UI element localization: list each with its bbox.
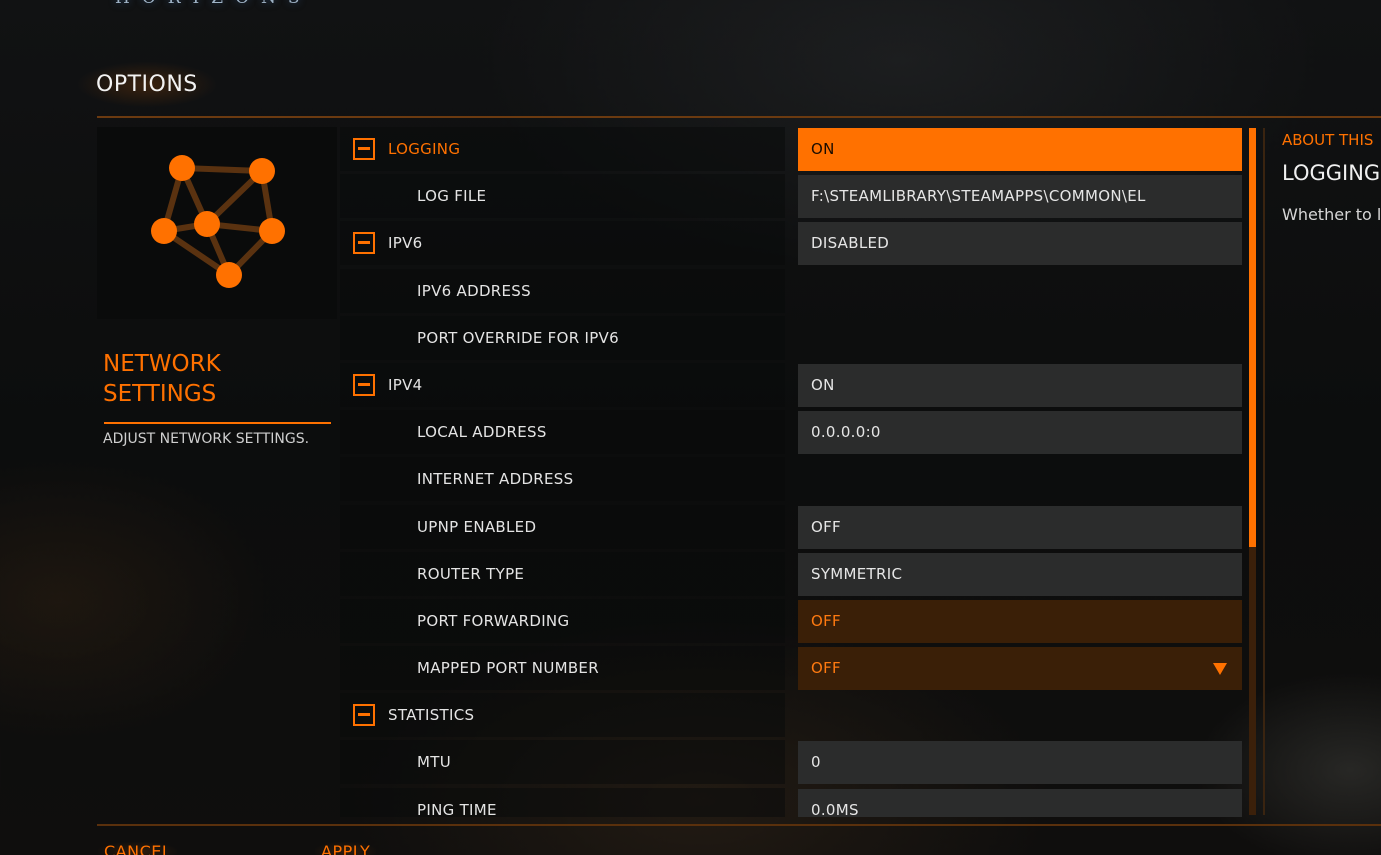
setting-value[interactable]: F:\STEAMLIBRARY\STEAMAPPS\COMMON\EL: [798, 175, 1242, 219]
header-divider: [97, 116, 1381, 118]
setting-value[interactable]: SYMMETRIC: [798, 552, 1242, 596]
settings-group-row[interactable]: LOGGING ON: [340, 127, 1245, 174]
settings-row[interactable]: INTERNET ADDRESS: [340, 457, 1245, 504]
setting-label: LOGGING: [388, 140, 461, 158]
settings-group-row[interactable]: IPV4 ON: [340, 362, 1245, 410]
setting-label: MTU: [417, 753, 451, 772]
category-icon-box: [97, 127, 337, 319]
settings-row[interactable]: IPV6 ADDRESS: [340, 268, 1245, 316]
about-panel: ABOUT THIS LOGGING Whether to logs.: [1282, 128, 1381, 227]
setting-value-text: 0.0MS: [811, 800, 859, 817]
settings-row[interactable]: PORT OVERRIDE FOR IPV6: [340, 315, 1245, 363]
panel-divider: [1263, 128, 1265, 815]
setting-value[interactable]: ON: [798, 363, 1242, 407]
settings-group-row[interactable]: STATISTICS: [340, 693, 1245, 740]
setting-label: MAPPED PORT NUMBER: [417, 659, 599, 678]
setting-value[interactable]: ON: [798, 128, 1242, 171]
category-panel: NETWORK SETTINGS ADJUST NETWORK SETTINGS…: [97, 127, 337, 817]
setting-label: PING TIME: [417, 800, 497, 817]
setting-value[interactable]: OFF: [798, 599, 1242, 643]
settings-row[interactable]: LOG FILE F:\STEAMLIBRARY\STEAMAPPS\COMMON…: [340, 174, 1245, 221]
setting-label: UPNP ENABLED: [417, 517, 537, 536]
setting-label: LOG FILE: [417, 187, 487, 206]
collapse-minus-icon[interactable]: [353, 704, 375, 727]
setting-value[interactable]: OFF: [798, 505, 1242, 549]
setting-value[interactable]: 0: [798, 741, 1242, 785]
cancel-button[interactable]: CANCEL: [98, 842, 178, 855]
settings-row[interactable]: MTU 0: [340, 740, 1245, 787]
footer-divider: [97, 824, 1381, 826]
row-label-area[interactable]: [340, 410, 785, 455]
settings-row[interactable]: ROUTER TYPE SYMMETRIC: [340, 551, 1245, 599]
setting-value-text: 0.0.0.0:0: [811, 423, 881, 442]
setting-label: LOCAL ADDRESS: [417, 423, 547, 442]
apply-button[interactable]: APPLY: [315, 842, 377, 855]
setting-label: IPV4: [388, 375, 423, 394]
settings-group-row[interactable]: IPV6 DISABLED: [340, 221, 1245, 268]
collapse-minus-icon[interactable]: [353, 232, 375, 255]
setting-label: ROUTER TYPE: [417, 564, 525, 583]
settings-row[interactable]: PORT FORWARDING OFF: [340, 598, 1245, 646]
setting-value-text: OFF: [811, 611, 841, 630]
row-label-area[interactable]: [340, 268, 785, 313]
page-title: OPTIONS: [78, 62, 216, 107]
setting-value[interactable]: 0.0.0.0:0: [798, 411, 1242, 455]
setting-value-text: ON: [811, 375, 835, 394]
setting-label: PORT OVERRIDE FOR IPV6: [417, 328, 619, 347]
settings-row[interactable]: MAPPED PORT NUMBER OFF: [340, 646, 1245, 693]
setting-value-text: OFF: [811, 659, 841, 678]
settings-list: LOGGING ON LOG FILE F:\STEAMLIBRARY\STEAMAP…: [340, 127, 1245, 817]
setting-value-text: 0: [811, 753, 821, 772]
setting-value-text: SYMMETRIC: [811, 564, 903, 583]
setting-value-text: OFF: [811, 517, 841, 536]
setting-label: IPV6 ADDRESS: [417, 281, 531, 300]
network-nodes-icon: [151, 155, 285, 288]
settings-row[interactable]: PING TIME 0.0MS: [340, 787, 1245, 817]
collapse-minus-icon[interactable]: [353, 373, 375, 396]
row-label-area[interactable]: [340, 174, 785, 219]
game-logo: HORIZONS: [115, 0, 312, 8]
row-label-area[interactable]: [340, 504, 785, 549]
setting-value-text: F:\STEAMLIBRARY\STEAMAPPS\COMMON\EL: [811, 187, 1146, 206]
setting-label: PORT FORWARDING: [417, 611, 570, 630]
setting-label: INTERNET ADDRESS: [417, 470, 574, 489]
dropdown-arrow-icon[interactable]: [1213, 663, 1227, 676]
setting-value[interactable]: DISABLED: [798, 222, 1242, 266]
category-title-underline: [104, 422, 331, 424]
settings-row[interactable]: LOCAL ADDRESS 0.0.0.0:0: [340, 410, 1245, 457]
row-label-area[interactable]: [340, 787, 785, 817]
settings-row[interactable]: UPNP ENABLED OFF: [340, 504, 1245, 552]
about-title: LOGGING: [1282, 161, 1381, 185]
setting-label: IPV6: [388, 234, 423, 253]
setting-dropdown[interactable]: OFF: [798, 647, 1242, 691]
about-heading: ABOUT THIS: [1282, 131, 1374, 149]
collapse-minus-icon[interactable]: [353, 138, 375, 160]
setting-label: STATISTICS: [388, 706, 475, 725]
setting-value-text: ON: [811, 140, 835, 158]
setting-value-text: DISABLED: [811, 234, 890, 253]
category-description: ADJUST NETWORK SETTINGS.: [103, 431, 310, 447]
row-label-area[interactable]: [340, 551, 785, 596]
category-title: NETWORK SETTINGS: [103, 351, 221, 407]
row-label-area[interactable]: [340, 740, 785, 785]
about-description: Whether to logs.: [1282, 205, 1381, 224]
scrollbar-track[interactable]: [1249, 128, 1256, 815]
scrollbar-thumb[interactable]: [1249, 128, 1256, 548]
setting-value[interactable]: 0.0MS: [798, 788, 1242, 817]
